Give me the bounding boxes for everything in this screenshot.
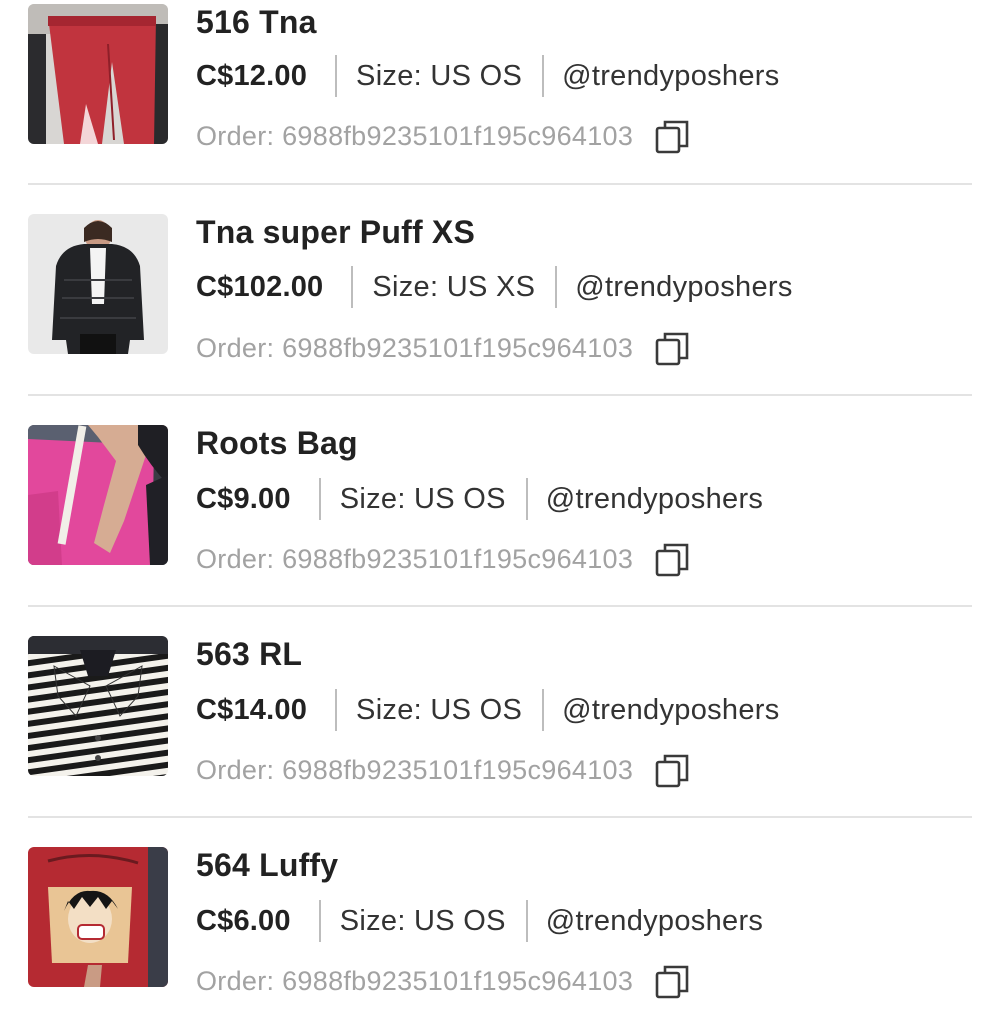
order-id-row: Order: 6988fb9235101f195c964103 [196,328,693,368]
order-id: Order: 6988fb9235101f195c964103 [196,332,634,363]
item-meta: C$14.00 Size: US OS @trendyposhers [196,688,780,732]
list-item[interactable]: 516 Tna C$12.00 Size: US OS @trendyposhe… [28,0,972,185]
seller-username[interactable]: @trendyposhers [562,60,779,93]
order-list: 516 Tna C$12.00 Size: US OS @trendyposhe… [0,0,1000,1000]
list-item[interactable]: 564 Luffy C$6.00 Size: US OS @trendyposh… [28,818,972,1029]
striped-blazer-photo [28,636,168,776]
item-price: C$12.00 [196,59,308,92]
red-pants-photo [28,4,168,144]
meta-divider [318,478,321,520]
meta-divider [555,266,558,308]
meta-divider [525,900,528,942]
seller-username[interactable]: @trendyposhers [546,483,763,516]
item-size: Size: US OS [356,59,523,92]
item-size: Size: US XS [372,270,536,303]
list-item[interactable]: Roots Bag C$9.00 Size: US OS @trendyposh… [28,396,972,607]
order-id-row: Order: 6988fb9235101f195c964103 [196,750,693,790]
order-id-row: Order: 6988fb9235101f195c964103 [196,116,693,156]
copy-icon[interactable] [653,539,693,579]
order-id-row: Order: 6988fb9235101f195c964103 [196,961,693,1001]
black-puffer-jacket-photo [28,214,168,354]
order-id: Order: 6988fb9235101f195c964103 [196,754,634,785]
seller-username[interactable]: @trendyposhers [562,694,779,727]
product-thumbnail[interactable] [28,847,168,987]
order-id: Order: 6988fb9235101f195c964103 [196,965,634,996]
order-id: Order: 6988fb9235101f195c964103 [196,120,634,151]
item-title[interactable]: Roots Bag [196,425,358,462]
item-size: Size: US OS [356,693,523,726]
item-title[interactable]: Tna super Puff XS [196,214,475,251]
meta-divider [335,689,338,731]
item-price: C$102.00 [196,270,324,303]
item-title[interactable]: 563 RL [196,636,302,673]
product-thumbnail[interactable] [28,636,168,776]
meta-divider [525,478,528,520]
item-size: Size: US OS [339,904,506,937]
pink-tote-bag-photo [28,425,168,565]
meta-divider [318,900,321,942]
item-meta: C$9.00 Size: US OS @trendyposhers [196,477,763,521]
product-thumbnail[interactable] [28,425,168,565]
seller-username[interactable]: @trendyposhers [546,905,763,938]
item-title[interactable]: 516 Tna [196,4,317,41]
product-thumbnail[interactable] [28,214,168,354]
copy-icon[interactable] [653,328,693,368]
copy-icon[interactable] [653,116,693,156]
item-meta: C$12.00 Size: US OS @trendyposhers [196,54,780,98]
item-meta: C$102.00 Size: US XS @trendyposhers [196,265,793,309]
meta-divider [351,266,354,308]
item-price: C$9.00 [196,482,291,515]
item-price: C$6.00 [196,904,291,937]
meta-divider [542,55,545,97]
order-id-row: Order: 6988fb9235101f195c964103 [196,539,693,579]
list-item[interactable]: Tna super Puff XS C$102.00 Size: US XS @… [28,185,972,396]
item-title[interactable]: 564 Luffy [196,847,338,884]
copy-icon[interactable] [653,961,693,1001]
product-thumbnail[interactable] [28,4,168,144]
list-item[interactable]: 563 RL C$14.00 Size: US OS @trendyposher… [28,607,972,818]
copy-icon[interactable] [653,750,693,790]
seller-username[interactable]: @trendyposhers [575,271,792,304]
item-meta: C$6.00 Size: US OS @trendyposhers [196,899,763,943]
red-anime-shirt-photo [28,847,168,987]
meta-divider [542,689,545,731]
order-id: Order: 6988fb9235101f195c964103 [196,543,634,574]
item-size: Size: US OS [339,482,506,515]
meta-divider [335,55,338,97]
item-price: C$14.00 [196,693,308,726]
